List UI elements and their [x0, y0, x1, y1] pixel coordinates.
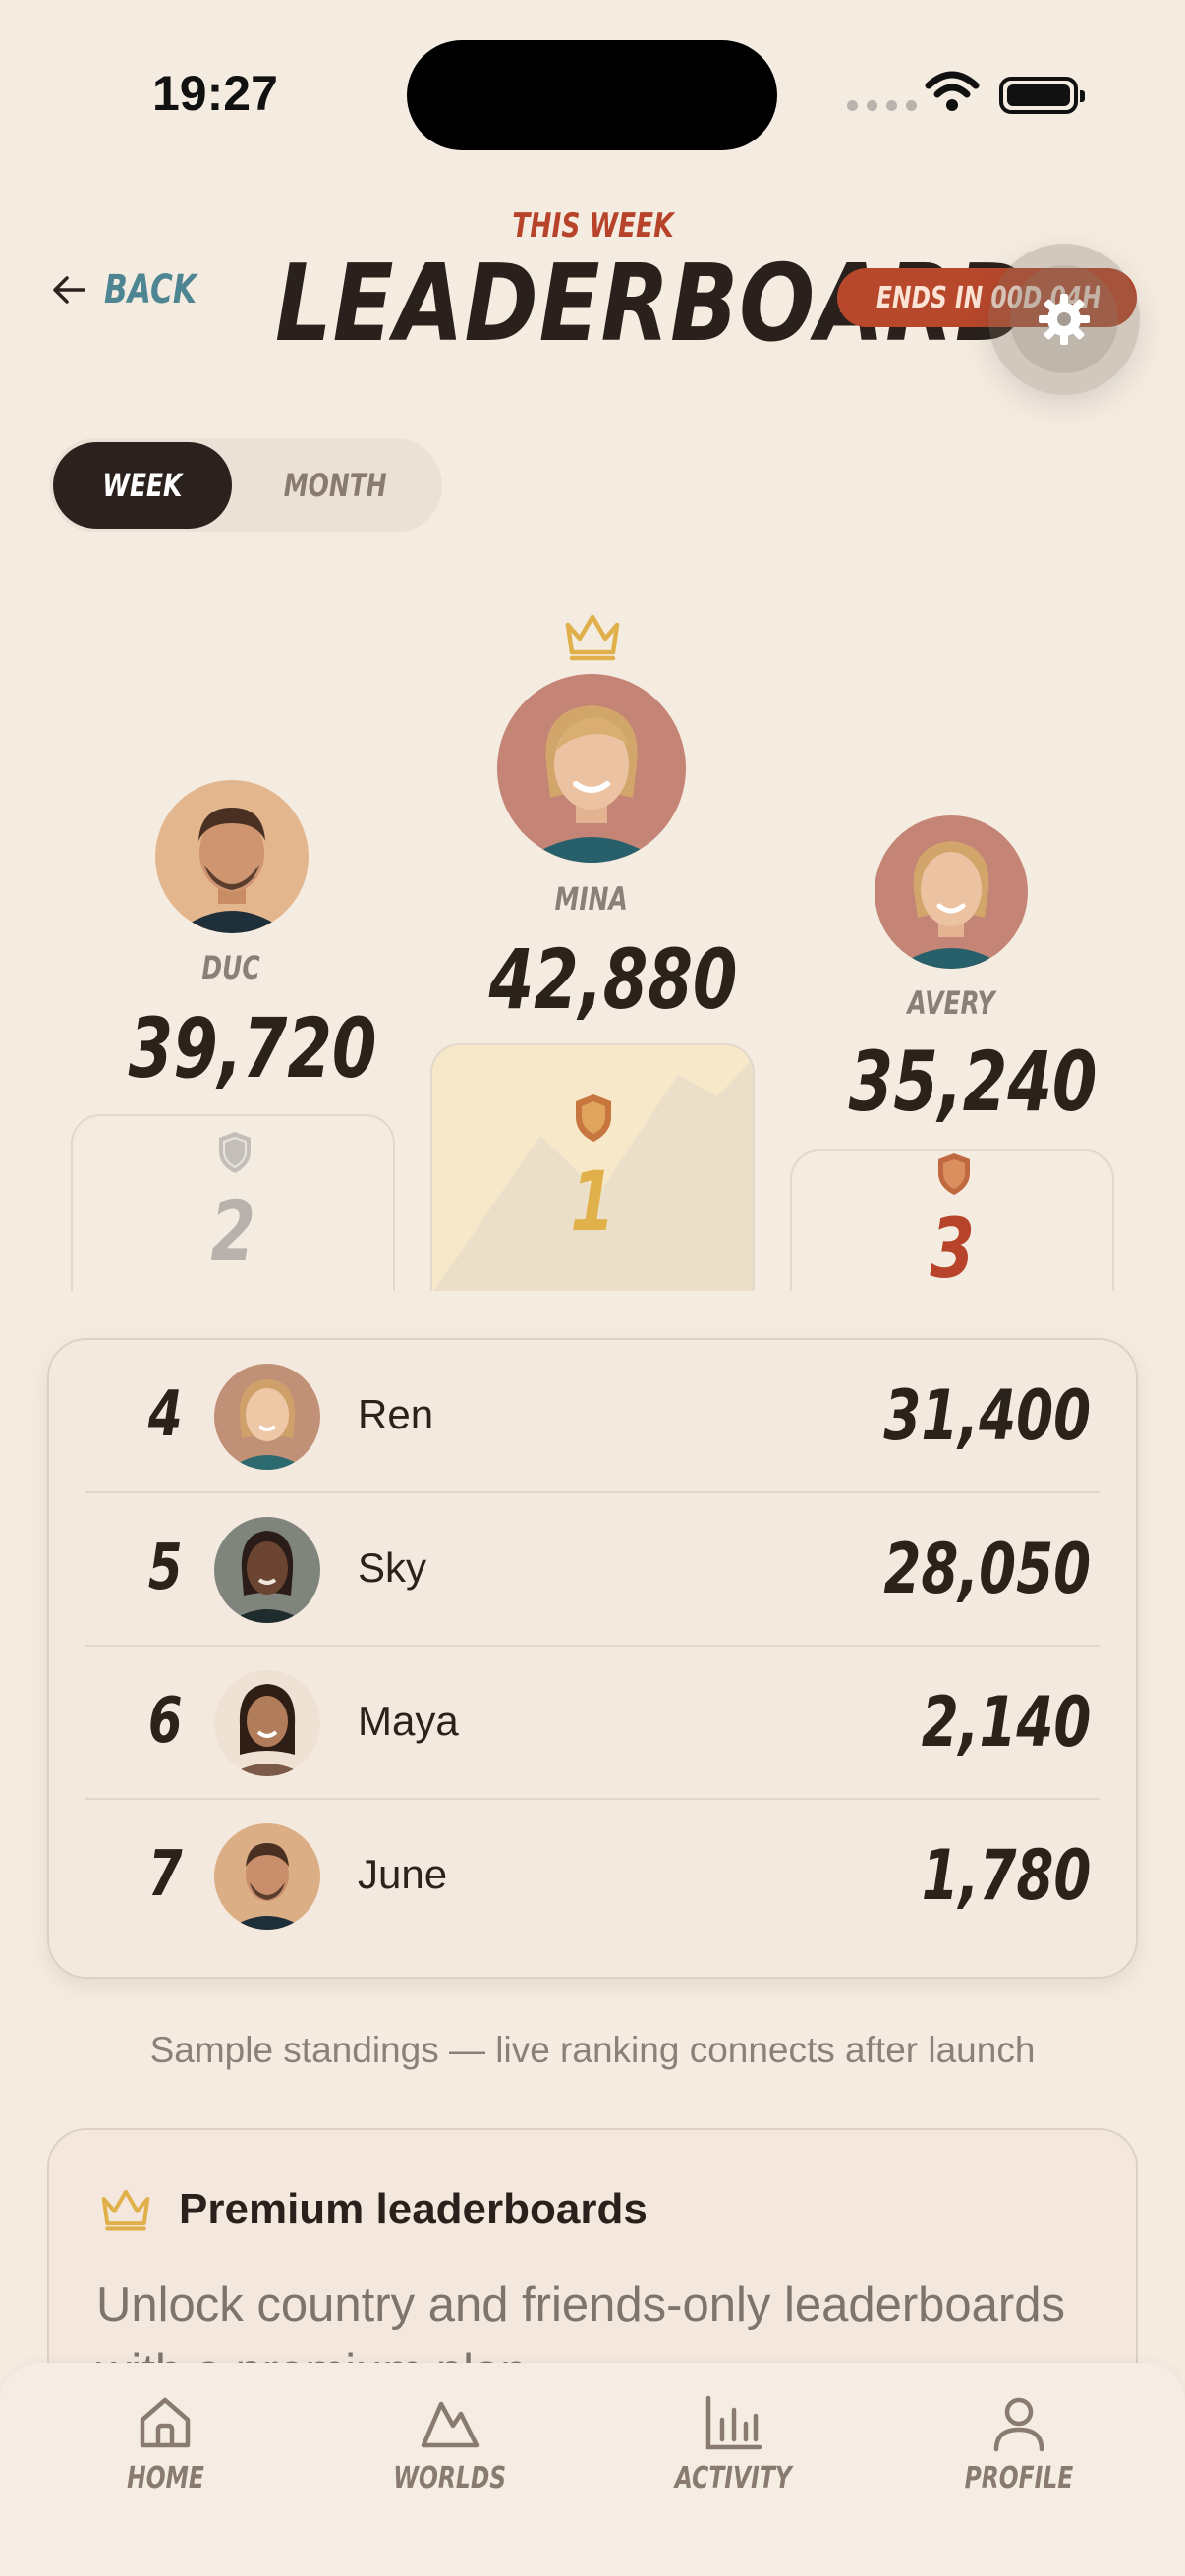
- podium-avatar-1[interactable]: [497, 674, 686, 863]
- home-icon: [140, 2397, 191, 2448]
- back-label: BACK: [104, 267, 198, 312]
- podium-block-3: 3: [790, 1149, 1114, 1291]
- bar-chart-icon: [705, 2395, 762, 2450]
- avatar: [214, 1364, 320, 1470]
- podium-name-2: DUC: [201, 949, 260, 986]
- podium-name-1: MINA: [554, 880, 629, 918]
- podium-rank-2: 2: [210, 1183, 255, 1279]
- arrow-left-icon: [53, 276, 85, 304]
- tab-label: WORLDS: [393, 2461, 507, 2495]
- podium-rank-1: 1: [570, 1153, 615, 1250]
- period-toggle: WEEK MONTH: [49, 438, 442, 532]
- wifi-icon: [925, 71, 980, 111]
- back-button[interactable]: BACK: [51, 267, 223, 312]
- podium-rank-3: 3: [930, 1201, 975, 1291]
- settings-button[interactable]: [988, 244, 1140, 395]
- toggle-week[interactable]: WEEK: [53, 442, 232, 529]
- gold-shield-icon: [576, 1094, 611, 1142]
- period-eyebrow: THIS WEEK: [511, 206, 674, 246]
- bronze-shield-icon: [938, 1153, 970, 1195]
- crown-icon: [101, 2189, 150, 2231]
- row-score: 2,140: [921, 1682, 1091, 1763]
- tab-home[interactable]: HOME: [67, 2392, 263, 2495]
- podium-avatar-2[interactable]: [155, 780, 309, 933]
- row-rank: 6: [147, 1685, 183, 1758]
- podium-avatar-3[interactable]: [875, 815, 1028, 969]
- podium-score-1: 42,880: [488, 931, 738, 1028]
- podium-score-3: 35,240: [848, 1034, 1098, 1130]
- avatar: [214, 1823, 320, 1930]
- standings-row[interactable]: 4 Ren 31,400: [85, 1340, 1100, 1493]
- tab-label: ACTIVITY: [674, 2461, 792, 2495]
- podium-name-3: AVERY: [907, 984, 995, 1022]
- standings-list: 4 Ren 31,400 5 Sky 28,050 6 Maya 2,140 7…: [47, 1338, 1138, 1979]
- standings-row[interactable]: 7 June 1,780: [85, 1800, 1100, 1953]
- standings-row[interactable]: 5 Sky 28,050: [85, 1493, 1100, 1647]
- mountain-icon: [421, 2401, 480, 2448]
- battery-icon: [999, 77, 1085, 114]
- podium-block-1: 1: [430, 1043, 755, 1291]
- row-rank: 5: [147, 1532, 183, 1604]
- crown-icon: [565, 614, 620, 661]
- row-name: June: [358, 1851, 448, 1897]
- dynamic-island: [407, 40, 777, 150]
- row-name: Sky: [358, 1544, 427, 1591]
- podium-block-2: 2: [71, 1114, 395, 1291]
- row-score: 1,780: [921, 1835, 1091, 1916]
- row-rank: 4: [147, 1378, 183, 1451]
- premium-title: Premium leaderboards: [179, 2185, 648, 2233]
- tab-profile[interactable]: PROFILE: [921, 2392, 1117, 2495]
- row-score: 28,050: [883, 1529, 1091, 1609]
- toggle-month[interactable]: MONTH: [246, 442, 424, 529]
- row-rank: 7: [147, 1838, 183, 1911]
- row-name: Maya: [358, 1698, 459, 1744]
- tab-label: HOME: [126, 2461, 204, 2495]
- standings-row[interactable]: 6 Maya 2,140: [85, 1647, 1100, 1800]
- tab-activity[interactable]: ACTIVITY: [635, 2392, 831, 2495]
- signal-icon: [847, 100, 917, 111]
- person-icon: [993, 2397, 1044, 2452]
- gear-icon: [1039, 294, 1090, 345]
- avatar: [214, 1670, 320, 1776]
- podium-score-2: 39,720: [128, 1000, 377, 1096]
- tab-worlds[interactable]: WORLDS: [352, 2392, 548, 2495]
- avatar: [214, 1517, 320, 1623]
- tab-label: PROFILE: [964, 2461, 1074, 2495]
- row-name: Ren: [358, 1391, 434, 1437]
- sample-note: Sample standings — live ranking connects…: [149, 2030, 1036, 2070]
- tab-bar: HOME WORLDS ACTIVITY PROFILE: [0, 2363, 1185, 2576]
- row-score: 31,400: [883, 1375, 1091, 1456]
- status-time: 19:27: [152, 66, 278, 121]
- silver-shield-icon: [219, 1132, 251, 1173]
